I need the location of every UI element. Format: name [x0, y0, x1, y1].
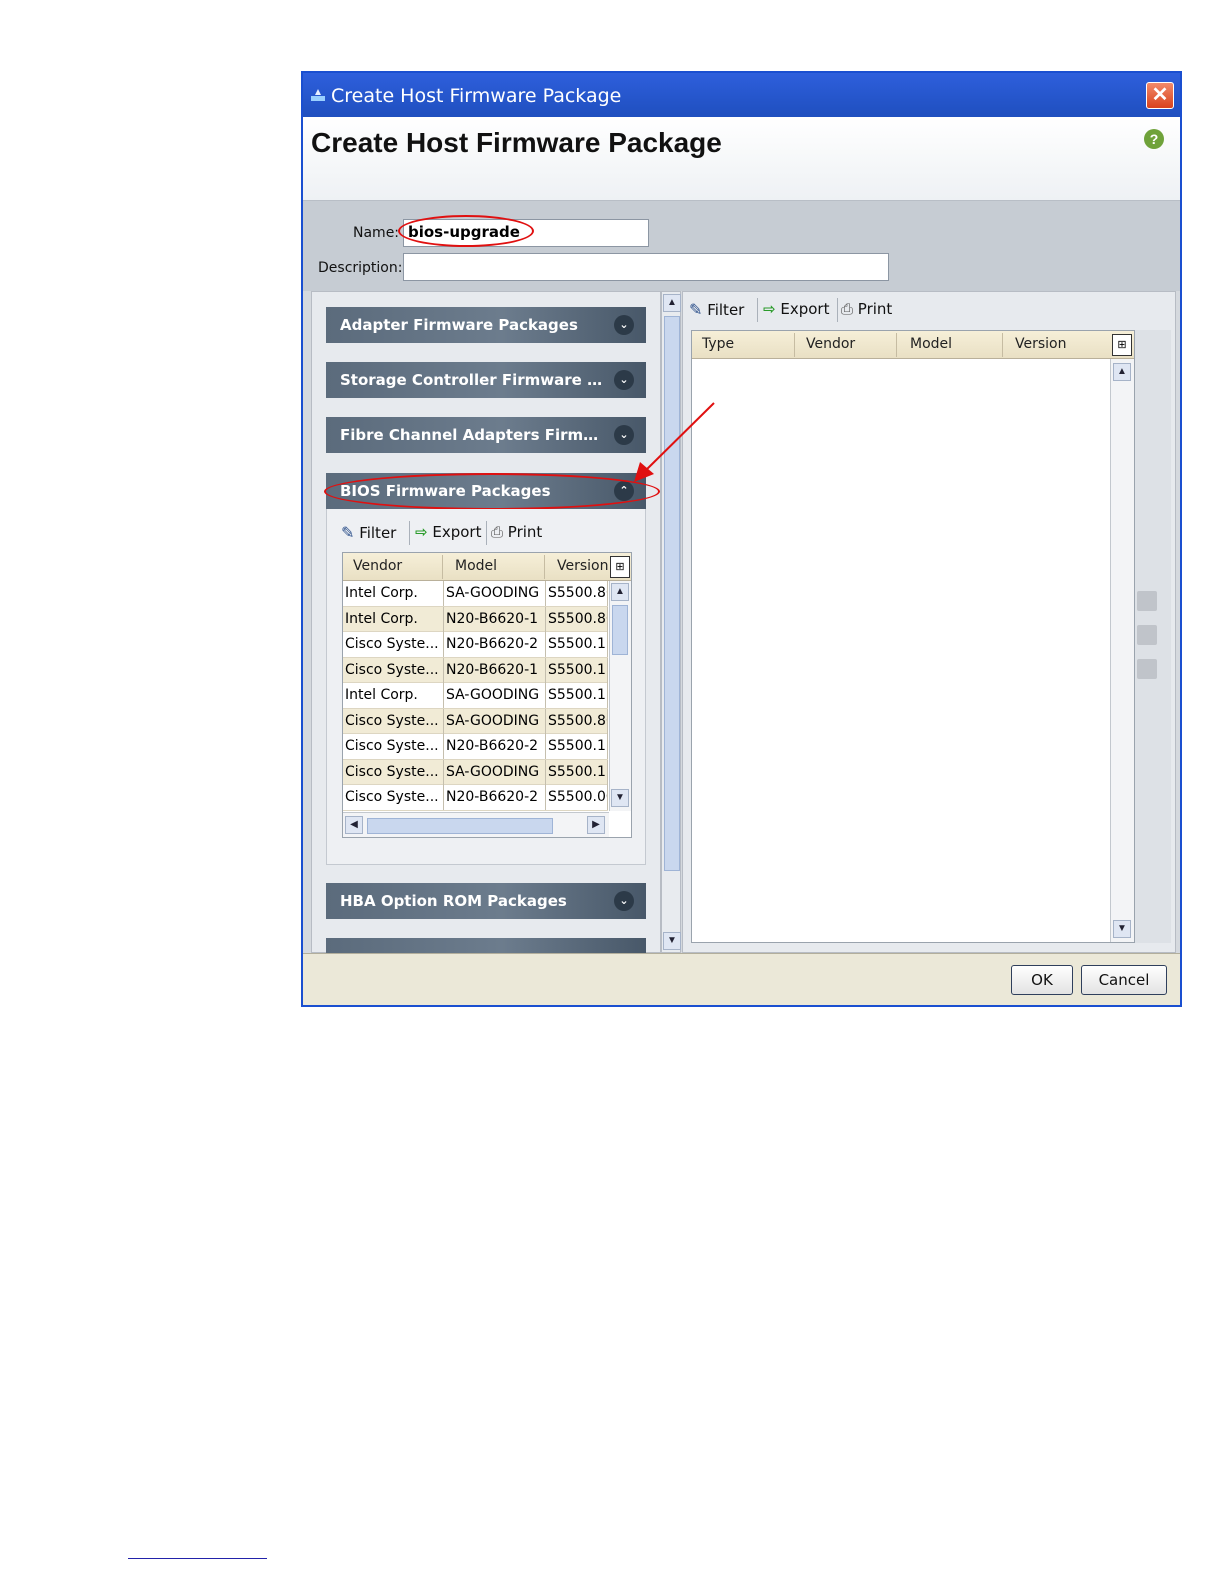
footnote-separator	[128, 1558, 267, 1559]
annotation-arrow	[634, 402, 715, 482]
